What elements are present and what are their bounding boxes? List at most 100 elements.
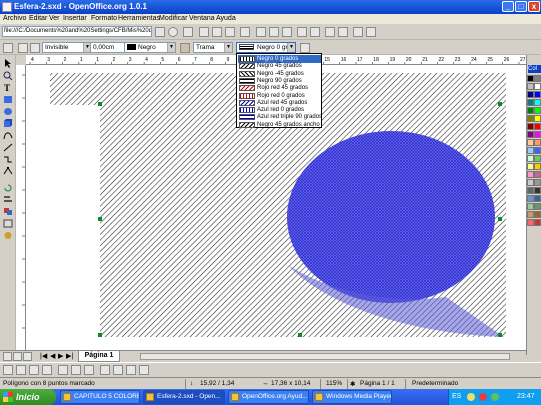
- tray-icon[interactable]: [479, 393, 487, 401]
- color-swatch[interactable]: [527, 203, 534, 210]
- arrowheads-icon[interactable]: [30, 43, 40, 53]
- ortho-icon[interactable]: [100, 365, 110, 375]
- speaker-icon[interactable]: [491, 393, 499, 401]
- next-page-icon[interactable]: ▶: [58, 352, 63, 360]
- horizontal-scrollbar[interactable]: [140, 353, 510, 360]
- shadow-icon[interactable]: [300, 43, 310, 53]
- color-swatch[interactable]: [527, 187, 534, 194]
- color-swatch[interactable]: [527, 211, 534, 218]
- color-swatch[interactable]: [534, 75, 541, 82]
- align-icon[interactable]: [3, 195, 13, 204]
- color-swatch[interactable]: [527, 219, 534, 226]
- save-icon[interactable]: [225, 27, 235, 37]
- paste-icon[interactable]: [282, 27, 292, 37]
- color-swatch[interactable]: [527, 195, 534, 202]
- select-icon[interactable]: [3, 59, 13, 68]
- language-indicator[interactable]: ES: [452, 393, 461, 400]
- navigator-icon[interactable]: [325, 27, 335, 37]
- color-swatch[interactable]: [527, 115, 534, 122]
- cube-icon[interactable]: [3, 119, 13, 128]
- color-swatch[interactable]: [534, 107, 541, 114]
- color-swatch[interactable]: [534, 195, 541, 202]
- image-icon[interactable]: [366, 27, 376, 37]
- open-icon[interactable]: [212, 27, 222, 37]
- menu-herramientas[interactable]: Herramientas: [118, 15, 160, 22]
- color-swatch[interactable]: [527, 131, 534, 138]
- color-swatch[interactable]: [527, 123, 534, 130]
- first-page-icon[interactable]: |◀: [40, 352, 47, 360]
- rectangle-icon[interactable]: [3, 95, 13, 104]
- quick-edit-icon[interactable]: [126, 365, 136, 375]
- prev-page-icon[interactable]: ◀: [50, 352, 55, 360]
- menu-ver[interactable]: Ver: [49, 15, 60, 22]
- minimize-button[interactable]: _: [502, 1, 514, 12]
- color-swatch[interactable]: [534, 115, 541, 122]
- gallery-icon[interactable]: [353, 27, 363, 37]
- line-width-stepper[interactable]: 0,00cm: [90, 42, 126, 53]
- color-swatch[interactable]: [527, 91, 534, 98]
- guides-icon[interactable]: [29, 365, 39, 375]
- color-swatch[interactable]: [534, 155, 541, 162]
- copy-icon[interactable]: [269, 27, 279, 37]
- maximize-button[interactable]: □: [515, 1, 527, 12]
- print-icon[interactable]: [240, 27, 250, 37]
- cut-icon[interactable]: [256, 27, 266, 37]
- load-url-icon[interactable]: [168, 27, 178, 37]
- zoom-icon[interactable]: [3, 71, 13, 81]
- blue-sphere[interactable]: [287, 131, 495, 303]
- redo-icon[interactable]: [310, 27, 320, 37]
- taskbar-button[interactable]: Esfera-2.sxd - Open...: [143, 390, 225, 404]
- curve-icon[interactable]: [3, 131, 13, 140]
- color-swatch[interactable]: [534, 91, 541, 98]
- menu-editar[interactable]: Editar: [29, 15, 47, 22]
- color-swatch[interactable]: [534, 187, 541, 194]
- line-tool-icon[interactable]: [3, 143, 13, 152]
- taskbar-button[interactable]: Windows Media Player: [312, 390, 392, 404]
- line-icon[interactable]: [18, 43, 28, 53]
- color-swatch[interactable]: [534, 171, 541, 178]
- view-layer-icon[interactable]: [23, 352, 32, 361]
- color-swatch[interactable]: [527, 107, 534, 114]
- color-swatch[interactable]: [527, 163, 534, 170]
- points-icon[interactable]: [3, 167, 13, 176]
- color-swatch[interactable]: [534, 219, 541, 226]
- color-swatch[interactable]: [534, 99, 541, 106]
- line-color-select[interactable]: Negro ▼: [124, 42, 176, 53]
- menu-insertar[interactable]: Insertar: [63, 15, 87, 22]
- rotate-icon[interactable]: [3, 183, 13, 192]
- status-zoom[interactable]: 115%: [326, 380, 342, 387]
- vertical-ruler[interactable]: [16, 65, 26, 350]
- undo-icon[interactable]: [297, 27, 307, 37]
- tab-pagina-1[interactable]: Página 1: [78, 351, 120, 362]
- text-icon[interactable]: T: [3, 83, 13, 93]
- menu-ayuda[interactable]: Ayuda: [216, 15, 236, 22]
- dropdown-arrow-icon[interactable]: [155, 27, 165, 37]
- view-drawing-icon[interactable]: [3, 352, 12, 361]
- snap-border-icon[interactable]: [58, 365, 68, 375]
- 3d-effects-icon[interactable]: [3, 231, 13, 240]
- connector-icon[interactable]: [3, 155, 13, 164]
- stylist-icon[interactable]: [338, 27, 348, 37]
- snap-frame-icon[interactable]: [71, 365, 81, 375]
- color-swatch[interactable]: [527, 179, 534, 186]
- area-fill-select[interactable]: Negro 0 gra ▼: [236, 42, 296, 53]
- last-page-icon[interactable]: ▶|: [66, 352, 73, 360]
- menu-formato[interactable]: Formato: [91, 15, 117, 22]
- double-click-text-icon[interactable]: [139, 365, 149, 375]
- color-swatch[interactable]: [534, 203, 541, 210]
- color-swatch[interactable]: [534, 147, 541, 154]
- hatch-option[interactable]: Negro 45 grados ancho: [238, 121, 321, 129]
- edit-file-icon[interactable]: [183, 27, 193, 37]
- menu-archivo[interactable]: Archivo: [3, 15, 26, 22]
- arrange-icon[interactable]: [3, 207, 13, 216]
- tray-icon[interactable]: [467, 393, 475, 401]
- line-style-select[interactable]: Invisible ▼: [42, 42, 92, 53]
- color-swatch[interactable]: [527, 171, 534, 178]
- color-swatch[interactable]: [527, 147, 534, 154]
- color-swatch[interactable]: [527, 83, 534, 90]
- color-swatch[interactable]: [527, 155, 534, 162]
- color-swatch[interactable]: [534, 131, 541, 138]
- new-icon[interactable]: [199, 27, 209, 37]
- color-swatch[interactable]: [534, 139, 541, 146]
- snap-points-icon[interactable]: [84, 365, 94, 375]
